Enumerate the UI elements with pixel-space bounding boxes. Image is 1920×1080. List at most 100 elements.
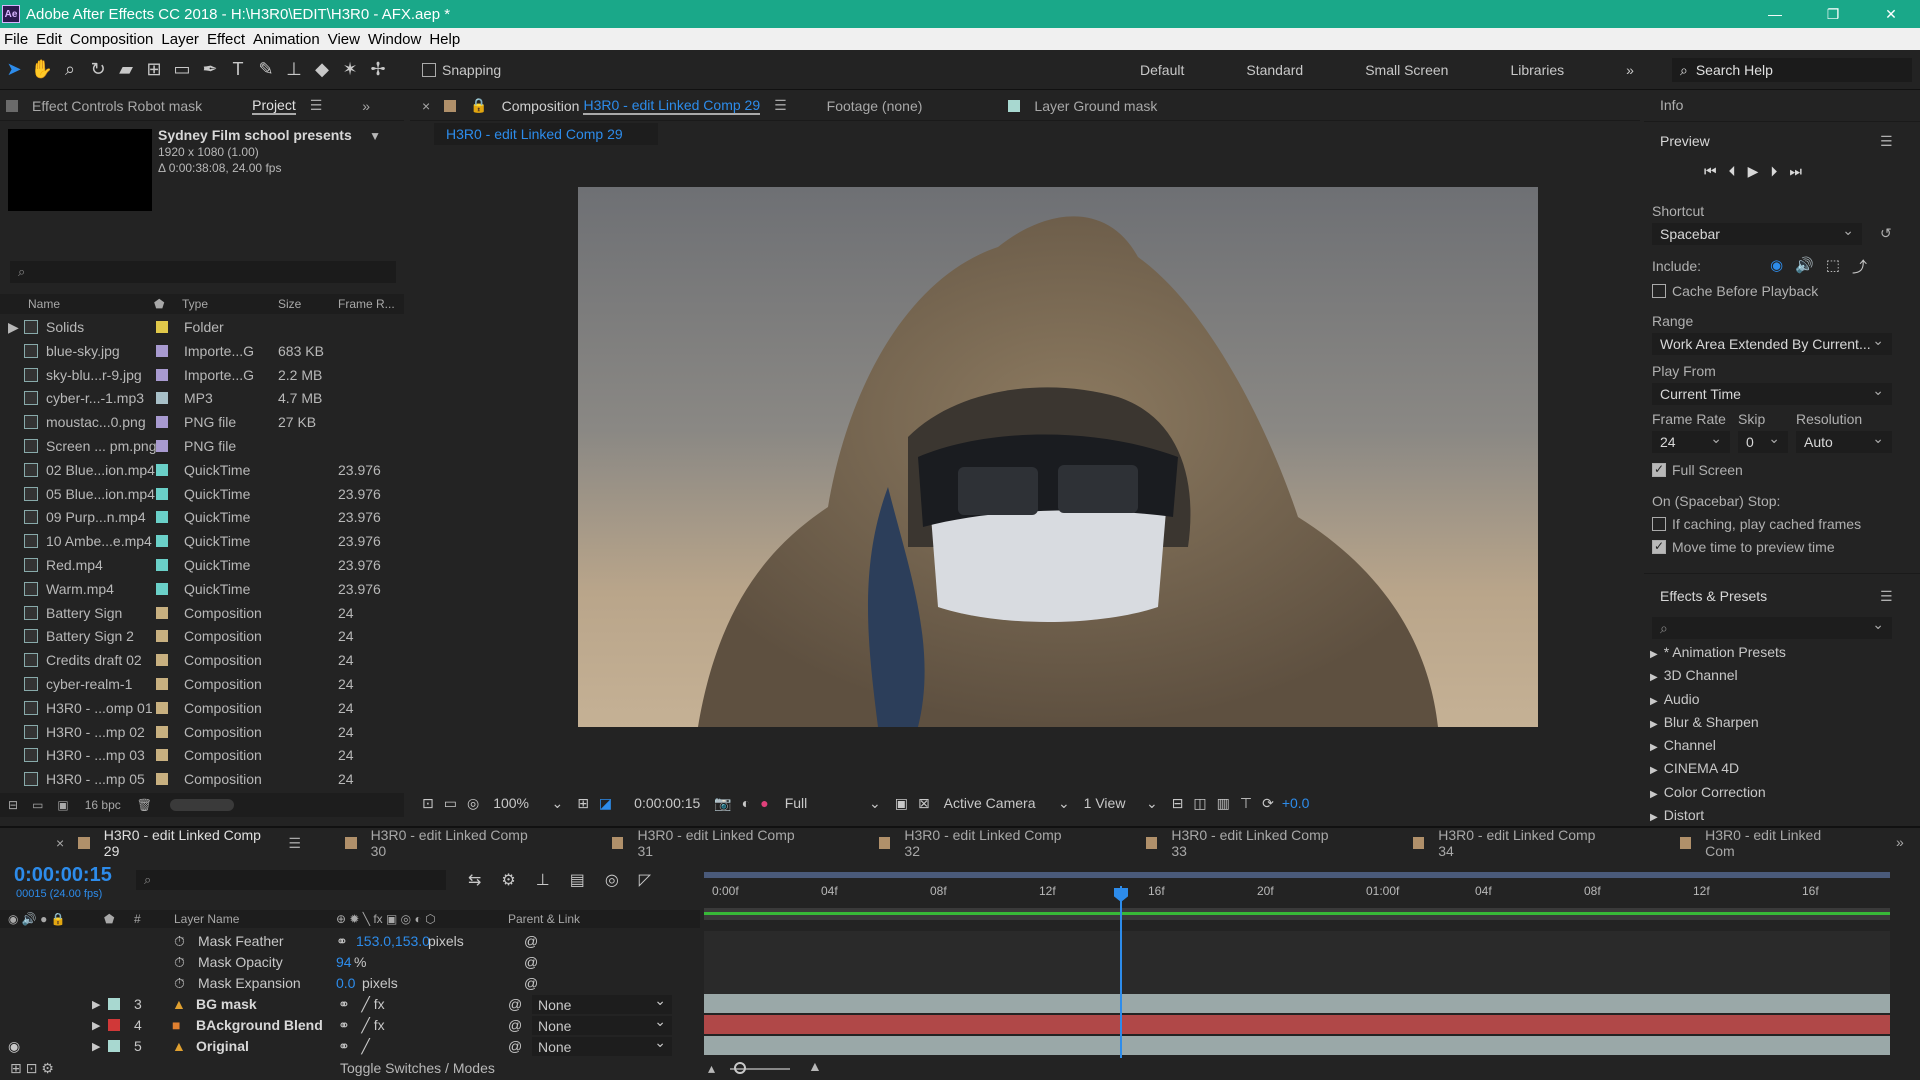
menu-view[interactable]: View bbox=[324, 31, 364, 48]
label-color-swatch[interactable] bbox=[156, 535, 168, 548]
trash-icon[interactable]: 🗑 bbox=[137, 798, 152, 812]
label-color-swatch[interactable] bbox=[156, 701, 168, 714]
stopwatch-icon[interactable]: ⏱ bbox=[174, 975, 185, 992]
draft-3d-icon[interactable]: ⚙ bbox=[501, 870, 515, 890]
tab-composition[interactable]: H3R0 - edit Linked Comp 29 bbox=[583, 97, 761, 115]
tab-footage[interactable]: Footage (none) bbox=[827, 98, 923, 114]
label-tag-icon[interactable]: ⬟ bbox=[154, 297, 164, 311]
property-value[interactable]: 153.0,153.0 bbox=[356, 933, 430, 949]
comp-breadcrumb[interactable]: H3R0 - edit Linked Comp 29 bbox=[434, 123, 658, 145]
label-color-swatch[interactable] bbox=[156, 344, 168, 357]
effects-category-item[interactable]: ▶ 3D Channel bbox=[1650, 665, 1786, 688]
layer-name[interactable]: BG mask bbox=[196, 996, 257, 1012]
pick-whip-icon[interactable]: @ bbox=[508, 1038, 522, 1054]
type-tool-icon[interactable]: T bbox=[224, 56, 252, 84]
menu-window[interactable]: Window bbox=[364, 31, 425, 48]
layer-switches-icon[interactable]: ⚭ ╱ fx bbox=[338, 1017, 385, 1034]
col-size[interactable]: Size bbox=[278, 297, 301, 311]
current-time-display[interactable]: 0:00:00:15 bbox=[14, 864, 112, 887]
comp-current-time[interactable]: 0:00:00:15 bbox=[634, 795, 700, 811]
comp-mini-flowchart-icon[interactable]: ⇆ bbox=[468, 870, 481, 890]
monitor-icon[interactable]: ▭ bbox=[444, 795, 457, 812]
parent-dropdown[interactable]: None ⌄ bbox=[532, 1034, 672, 1056]
timeline-tab[interactable]: H3R0 - edit Linked Comp 31 bbox=[611, 827, 809, 859]
motion-blur-icon[interactable]: ◎ bbox=[605, 870, 619, 890]
label-color-swatch[interactable] bbox=[156, 463, 168, 476]
include-export-icon[interactable]: ⤴ bbox=[1852, 256, 1867, 277]
composition-track[interactable] bbox=[704, 908, 1890, 920]
col-frame-rate[interactable]: Frame R... bbox=[338, 297, 395, 311]
puppet-tool-icon[interactable]: ✢ bbox=[364, 56, 392, 84]
close-tab-icon[interactable]: × bbox=[56, 835, 64, 851]
project-scroll-bar[interactable] bbox=[170, 799, 235, 811]
toggle-pixel-aspect-icon[interactable]: ⊟ bbox=[1172, 795, 1184, 812]
item-dropdown-icon[interactable]: ▼ bbox=[369, 129, 381, 143]
tab-layer[interactable]: Layer Ground mask bbox=[1034, 98, 1157, 114]
eraser-tool-icon[interactable]: ◆ bbox=[308, 56, 336, 84]
label-color-swatch[interactable] bbox=[156, 439, 168, 452]
layer-duration-bar[interactable] bbox=[704, 994, 1890, 1013]
new-folder-icon[interactable]: ▭ bbox=[32, 798, 43, 812]
snapping-checkbox[interactable] bbox=[422, 62, 436, 77]
col-type[interactable]: Type bbox=[182, 297, 208, 311]
expand-triangle-icon[interactable]: ▶ bbox=[8, 319, 19, 336]
frame-rate-select[interactable]: 24 bbox=[1652, 427, 1730, 453]
project-search-input[interactable]: ⌕ bbox=[10, 261, 396, 283]
project-item-row[interactable]: 10 Ambe...e.mp4 QuickTime 23.976 bbox=[0, 529, 404, 553]
stopwatch-icon[interactable]: ⏱ bbox=[174, 933, 185, 950]
snapping-toggle[interactable]: Snapping bbox=[422, 62, 501, 78]
resolution-dropdown[interactable]: Full ⌄ bbox=[785, 795, 881, 812]
stopwatch-icon[interactable]: ⏱ bbox=[174, 954, 185, 971]
menu-file[interactable]: File bbox=[0, 31, 32, 48]
tab-effect-controls[interactable]: Effect Controls Robot mask bbox=[32, 98, 202, 114]
project-item-row[interactable]: Battery Sign Composition 24 bbox=[0, 601, 404, 625]
project-item-row[interactable]: blue-sky.jpg Importe...G 683 KB bbox=[0, 339, 404, 363]
panel-menu-icon[interactable]: ☰ bbox=[288, 835, 301, 852]
expand-triangle-icon[interactable]: ▶ bbox=[92, 1040, 100, 1053]
layer-label-swatch[interactable] bbox=[108, 998, 120, 1010]
mask-property-track[interactable] bbox=[704, 973, 1890, 994]
effects-category-item[interactable]: ▶ Channel bbox=[1650, 735, 1786, 758]
effects-category-item[interactable]: ▶ * Animation Presets bbox=[1650, 642, 1786, 665]
menu-edit[interactable]: Edit bbox=[32, 31, 66, 48]
effects-category-item[interactable]: ▶ Audio bbox=[1650, 689, 1786, 712]
video-eye-icon[interactable]: ◉ bbox=[8, 1038, 20, 1055]
constrain-link-icon[interactable]: ⚭ bbox=[336, 933, 348, 950]
layer-row[interactable]: ▶ 3 ▲ BG mask ⚭ ╱ fx @ None ⌄ bbox=[0, 992, 700, 1015]
label-color-swatch[interactable] bbox=[156, 677, 168, 690]
frame-blending-icon[interactable]: ▤ bbox=[570, 870, 585, 890]
mask-property-row[interactable]: ⏱ Mask Feather ⚭ 153.0,153.0 pixels @ bbox=[0, 931, 700, 952]
exposure-value[interactable]: +0.0 bbox=[1282, 795, 1310, 811]
include-video-eye-icon[interactable]: ◉ bbox=[1770, 256, 1783, 277]
snapshot-camera-icon[interactable]: 📷 bbox=[714, 795, 731, 812]
lock-icon[interactable]: 🔒 bbox=[470, 97, 487, 114]
vr-icon[interactable]: ◎ bbox=[467, 795, 479, 812]
transparency-grid-icon[interactable]: ⊠ bbox=[918, 795, 930, 812]
expand-triangle-icon[interactable]: ▶ bbox=[92, 998, 100, 1011]
project-item-row[interactable]: H3R0 - ...mp 05 Composition 24 bbox=[0, 767, 404, 791]
mask-property-track[interactable] bbox=[704, 931, 1890, 952]
layer-row[interactable]: ◉ ▶ 5 ▲ Original ⚭ ╱ @ None ⌄ bbox=[0, 1034, 700, 1057]
label-color-swatch[interactable] bbox=[156, 321, 168, 333]
effects-category-item[interactable]: ▶ Blur & Sharpen bbox=[1650, 712, 1786, 735]
label-color-swatch[interactable] bbox=[156, 606, 168, 619]
rotate-tool-icon[interactable]: ↻ bbox=[84, 56, 112, 84]
project-item-row[interactable]: H3R0 - ...mp 02 Composition 24 bbox=[0, 720, 404, 744]
layer-switches-icon[interactable]: ⚭ ╱ bbox=[338, 1038, 370, 1055]
project-item-row[interactable]: moustac...0.png PNG file 27 KB bbox=[0, 410, 404, 434]
layer-duration-bar[interactable] bbox=[704, 1036, 1890, 1055]
timeline-icon[interactable]: ▥ bbox=[1217, 795, 1230, 812]
project-item-row[interactable]: ▶ Solids Folder bbox=[0, 315, 404, 339]
effects-category-item[interactable]: ▶ CINEMA 4D bbox=[1650, 758, 1786, 781]
layer-duration-bar[interactable] bbox=[704, 1015, 1890, 1034]
label-color-swatch[interactable] bbox=[156, 725, 168, 738]
preview-panel-title[interactable]: Preview bbox=[1660, 133, 1710, 149]
composition-viewer[interactable] bbox=[578, 187, 1538, 727]
play-from-select[interactable]: Current Time bbox=[1652, 379, 1892, 405]
camera-tool-icon[interactable]: ▰ bbox=[112, 56, 140, 84]
zoom-tool-icon[interactable]: ⌕ bbox=[56, 56, 84, 84]
expand-triangle-icon[interactable]: ▶ bbox=[92, 1019, 100, 1032]
project-item-row[interactable]: 09 Purp...n.mp4 QuickTime 23.976 bbox=[0, 505, 404, 529]
timeline-tab[interactable]: H3R0 - edit Linked Comp 29 ☰ bbox=[78, 827, 301, 859]
effects-presets-title[interactable]: Effects & Presets bbox=[1660, 588, 1767, 604]
